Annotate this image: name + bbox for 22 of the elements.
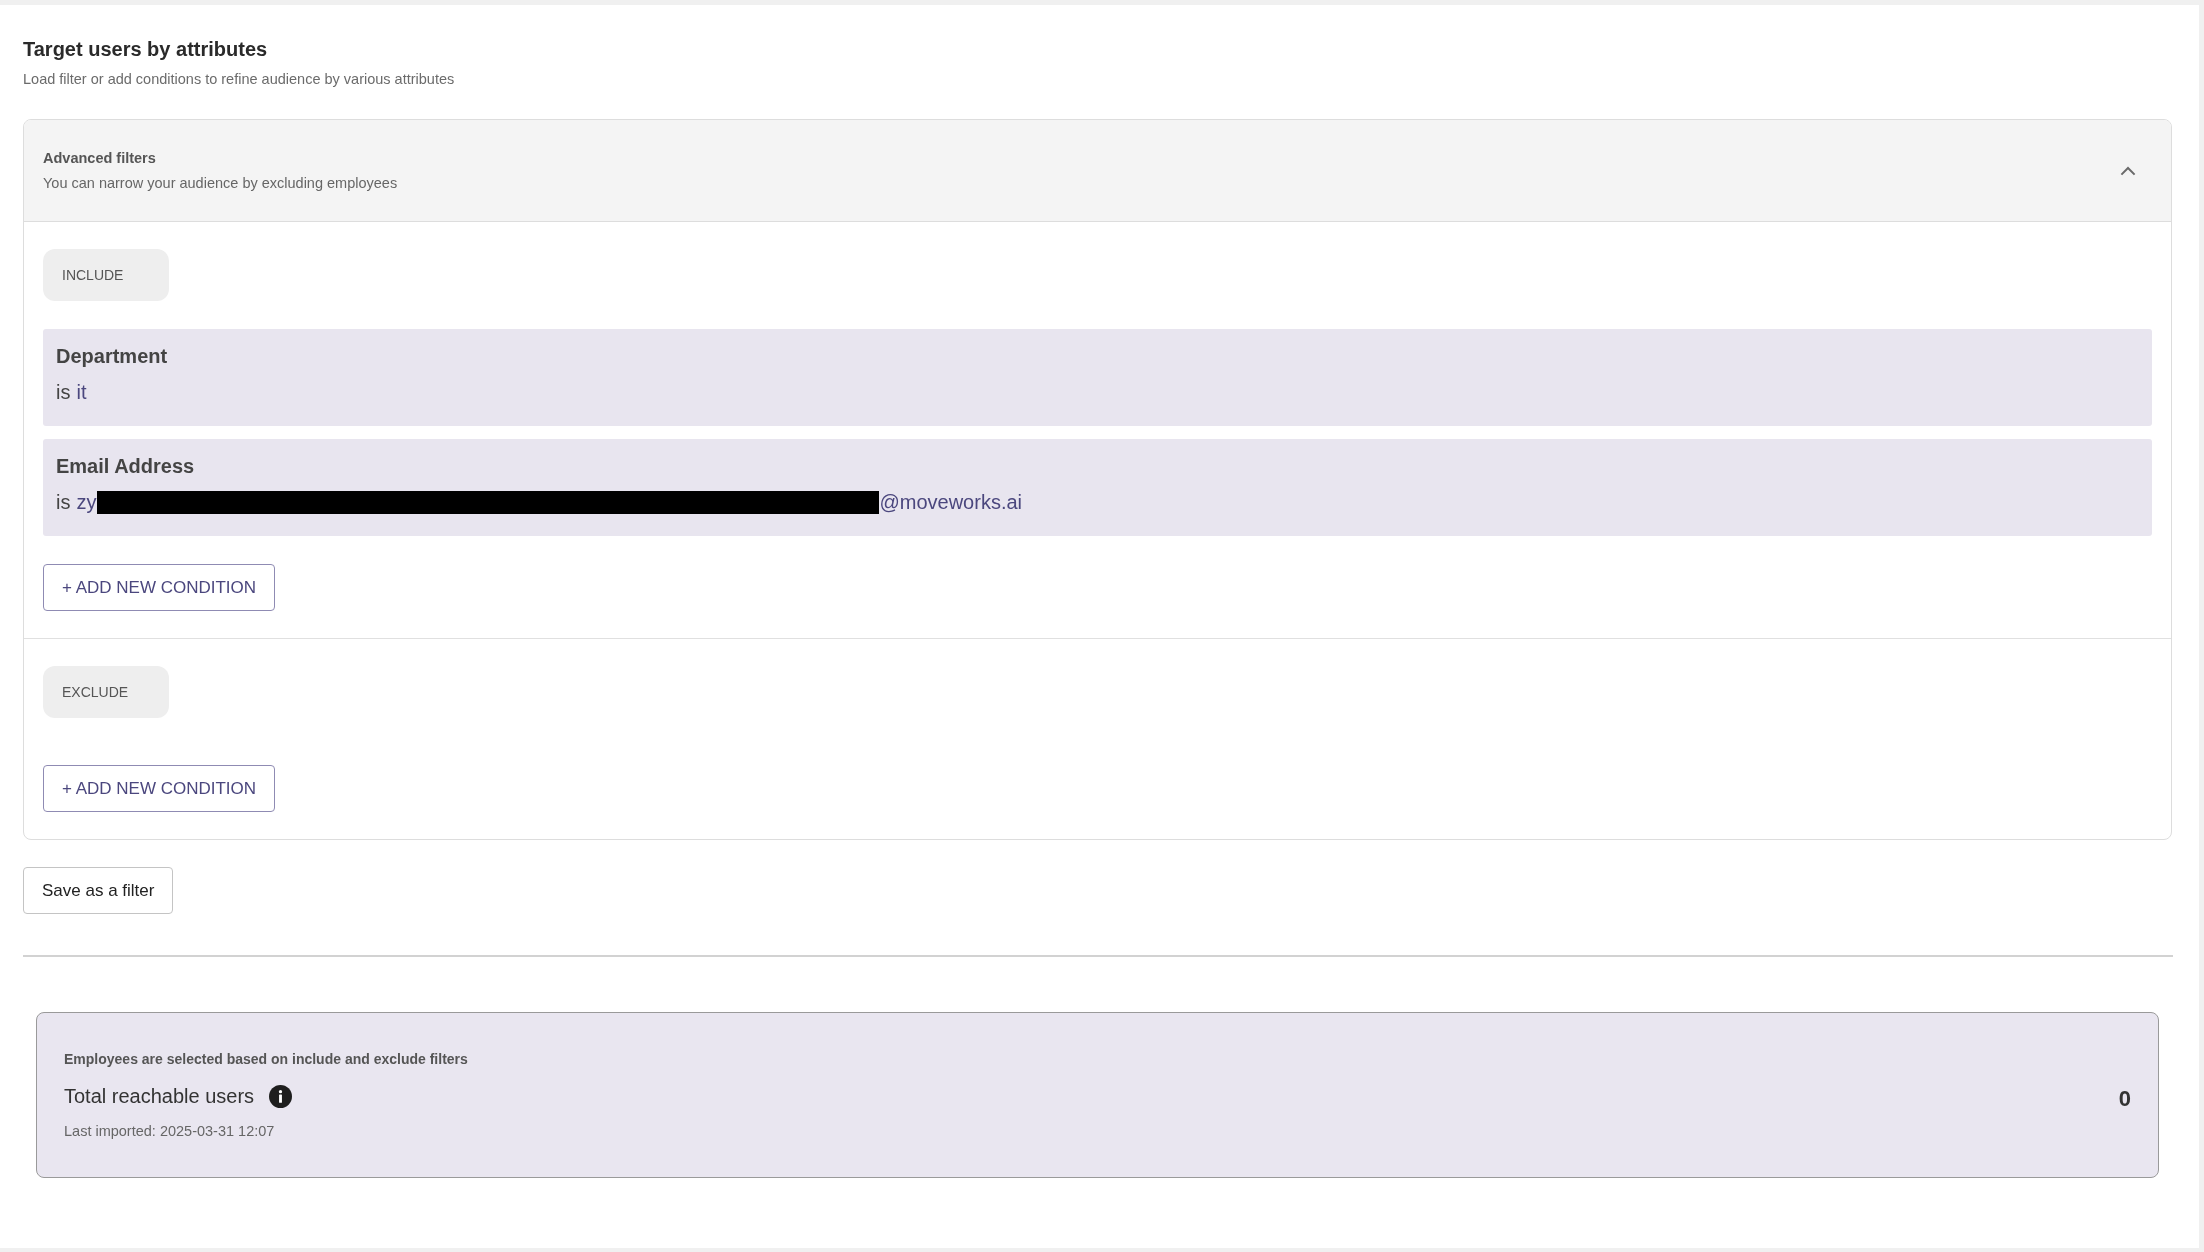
- chevron-up-icon[interactable]: [2120, 165, 2136, 176]
- add-condition-button[interactable]: + ADD NEW CONDITION: [43, 564, 276, 611]
- save-filter-button[interactable]: Save as a filter: [23, 867, 174, 914]
- section-subtitle: Load filter or add conditions to refine audience by various attributes: [23, 70, 455, 89]
- condition-field: Email Address: [56, 453, 2139, 479]
- last-imported-text: Last imported: 2025-03-31 12:07: [64, 1122, 275, 1141]
- reachable-count: 0: [2118, 1085, 2131, 1112]
- condition-operator: is: [56, 490, 71, 515]
- add-condition-button[interactable]: + ADD NEW CONDITION: [43, 765, 276, 812]
- info-icon[interactable]: [269, 1084, 293, 1108]
- summary-note: Employees are selected based on include and exclude filters: [64, 1050, 468, 1068]
- group-type-tag: INCLUDE: [43, 249, 169, 301]
- condition-value: @moveworks.ai: [879, 490, 1022, 515]
- summary-label: Total reachable users: [64, 1084, 255, 1109]
- condition-field: Department: [56, 343, 2139, 369]
- group-type-tag: EXCLUDE: [43, 666, 169, 718]
- condition-operator: is: [56, 380, 71, 405]
- condition-value: zy: [76, 490, 97, 515]
- condition-value: it: [76, 380, 87, 405]
- section-title: Target users by attributes: [23, 37, 268, 61]
- panel-title: Advanced filters: [43, 149, 157, 168]
- panel-subtitle: You can narrow your audience by excluding employees: [43, 174, 398, 193]
